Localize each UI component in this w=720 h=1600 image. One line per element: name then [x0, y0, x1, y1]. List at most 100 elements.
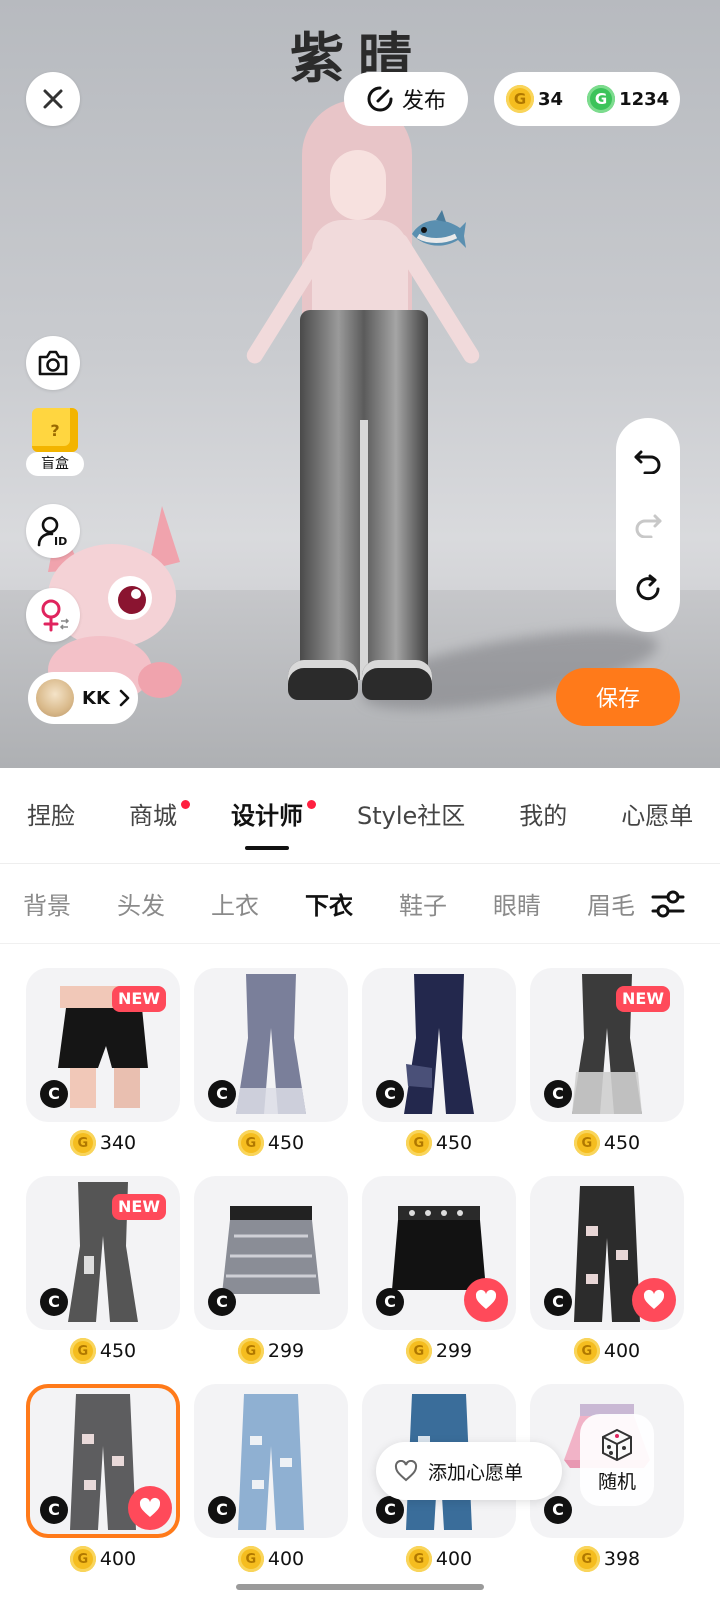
creator-badge-icon: C [40, 1496, 68, 1524]
tab-label: 商城 [129, 801, 177, 830]
price-value: 400 [603, 1340, 641, 1362]
item-price: G 340 [26, 1128, 180, 1158]
subtab-top[interactable]: 上衣 [188, 886, 282, 921]
item-thumbnail[interactable]: C [194, 968, 348, 1122]
subtab-bottom[interactable]: 下衣 [282, 886, 376, 921]
item-price: G 400 [26, 1544, 180, 1574]
camera-button[interactable] [26, 336, 80, 390]
tab-mine[interactable]: 我的 [492, 768, 594, 863]
creator-badge-icon: C [544, 1080, 572, 1108]
price-value: 400 [267, 1548, 305, 1570]
blind-box-button[interactable]: ? 盲盒 [26, 408, 84, 476]
item-thumbnail[interactable]: NEW C [530, 968, 684, 1122]
wishlist-heart-button[interactable] [128, 1486, 172, 1530]
new-badge: NEW [616, 986, 670, 1012]
tab-designer[interactable]: 设计师 [204, 768, 330, 863]
currency-balance[interactable]: G 34 G 1234 [494, 72, 680, 126]
item-card[interactable]: C G 450 [362, 968, 516, 1156]
female-icon [41, 599, 70, 632]
price-value: 340 [99, 1132, 137, 1154]
price-value: 450 [435, 1132, 473, 1154]
item-thumbnail[interactable]: C [362, 968, 516, 1122]
item-card[interactable]: NEW C G 450 [530, 968, 684, 1156]
item-thumbnail[interactable]: C [362, 1176, 516, 1330]
green-coin-count: 1234 [619, 88, 670, 110]
tab-label: 设计师 [231, 801, 303, 830]
avatar [36, 679, 74, 717]
subtab-background[interactable]: 背景 [0, 886, 94, 921]
item-price: G 450 [26, 1336, 180, 1366]
creator-badge-icon: C [544, 1288, 572, 1316]
gender-switch-button[interactable] [26, 588, 80, 642]
creator-badge-icon: C [544, 1496, 572, 1524]
tab-label: Style社区 [357, 801, 466, 830]
item-thumbnail[interactable]: C [530, 1176, 684, 1330]
filter-sliders-icon [651, 890, 685, 918]
item-price: G 400 [194, 1544, 348, 1574]
item-thumbnail[interactable]: NEW C [26, 968, 180, 1122]
gold-coin-icon: G [573, 1546, 600, 1572]
reset-icon[interactable] [633, 574, 663, 604]
item-price: G 450 [194, 1128, 348, 1158]
user-name: KK [82, 687, 110, 709]
tab-shop[interactable]: 商城 [102, 768, 204, 863]
user-id-icon: ID [37, 516, 67, 548]
creator-badge-icon: C [40, 1080, 68, 1108]
item-card[interactable]: C G 400 [194, 1384, 348, 1572]
item-thumbnail[interactable]: NEW C [26, 1176, 180, 1330]
blind-box-label: 盲盒 [26, 452, 84, 476]
avatar-preview-stage[interactable]: 紫晴 发布 G 34 G 1234 ? 盲盒 ID KK 保存 [0, 0, 720, 768]
item-price: G 400 [362, 1544, 516, 1574]
item-card[interactable]: C G 400 [530, 1176, 684, 1364]
item-card[interactable]: C G 299 [194, 1176, 348, 1364]
publish-label: 发布 [401, 89, 446, 114]
creator-badge-icon: C [376, 1496, 404, 1524]
creator-badge-icon: C [376, 1288, 404, 1316]
tab-face[interactable]: 捏脸 [0, 768, 102, 863]
gold-coin-icon: G [573, 1338, 600, 1364]
wishlist-heart-button[interactable] [632, 1278, 676, 1322]
item-thumbnail[interactable]: C [26, 1384, 180, 1538]
home-indicator[interactable] [236, 1584, 484, 1590]
undo-icon[interactable] [633, 446, 663, 474]
item-card[interactable]: C G 450 [194, 968, 348, 1156]
gold-coin-icon: G [69, 1338, 96, 1364]
avatar-pants [300, 310, 428, 680]
subcategory-tabs: 背景 头发 上衣 下衣 鞋子 眼睛 眉毛 [0, 864, 720, 944]
gold-coin-icon: G [405, 1338, 432, 1364]
heart-filled-icon [643, 1289, 665, 1309]
gold-coin-count: 34 [538, 88, 564, 110]
item-card[interactable]: NEW C G 450 [26, 1176, 180, 1364]
tab-style-community[interactable]: Style社区 [330, 768, 492, 863]
subtab-shoes[interactable]: 鞋子 [376, 886, 470, 921]
item-card[interactable]: C G 400 [26, 1384, 180, 1572]
redo-icon[interactable] [633, 510, 663, 538]
green-coin-icon: G [587, 85, 616, 113]
item-card[interactable]: NEW C G 340 [26, 968, 180, 1156]
item-thumbnail[interactable]: C [194, 1384, 348, 1538]
user-profile-pill[interactable]: KK [28, 672, 138, 724]
avatar-figure[interactable] [243, 60, 483, 720]
publish-button[interactable]: 发布 [344, 72, 468, 126]
tab-wishlist[interactable]: 心愿单 [594, 768, 720, 863]
subtab-hair[interactable]: 头发 [94, 886, 188, 921]
price-value: 400 [435, 1548, 473, 1570]
close-icon [43, 89, 63, 109]
random-button[interactable]: 随机 [580, 1414, 654, 1506]
price-value: 450 [603, 1132, 641, 1154]
profile-id-button[interactable]: ID [26, 504, 80, 558]
item-thumbnail[interactable]: C [194, 1176, 348, 1330]
creator-badge-icon: C [376, 1080, 404, 1108]
notification-dot [181, 799, 190, 809]
add-wishlist-button[interactable]: 添加心愿单 [376, 1442, 562, 1500]
edit-history-panel [616, 418, 680, 632]
item-card[interactable]: C G 299 [362, 1176, 516, 1364]
save-button[interactable]: 保存 [556, 668, 680, 726]
subtab-eyes[interactable]: 眼睛 [470, 886, 564, 921]
close-button[interactable] [26, 72, 80, 126]
heart-filled-icon [475, 1289, 497, 1309]
item-price: G 450 [530, 1128, 684, 1158]
wishlist-heart-button[interactable] [464, 1278, 508, 1322]
creator-badge-icon: C [208, 1080, 236, 1108]
filter-button[interactable] [644, 882, 692, 926]
